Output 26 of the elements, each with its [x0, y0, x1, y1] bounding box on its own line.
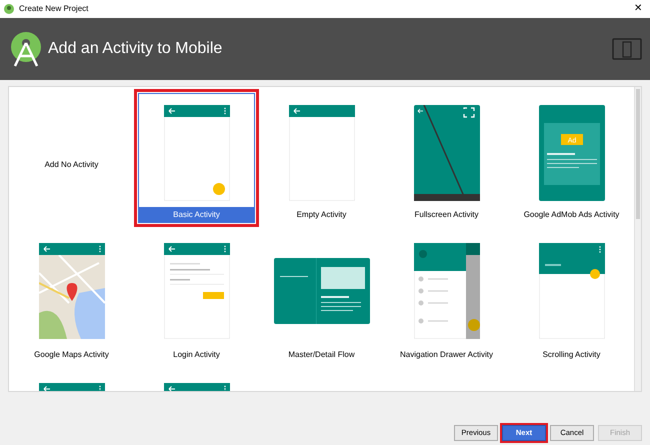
activity-label: Master/Detail Flow — [287, 349, 356, 361]
page-title: Add an Activity to Mobile — [48, 39, 222, 59]
activity-label: Login Activity — [172, 349, 221, 361]
activity-tile[interactable]: Basic Activity — [134, 89, 259, 227]
activity-tile[interactable]: Empty Activity — [259, 89, 384, 227]
activity-label: Fullscreen Activity — [413, 209, 480, 221]
close-button[interactable]: ✕ — [630, 4, 646, 14]
device-icon — [612, 38, 642, 60]
activity-tile[interactable]: Google Maps Activity — [9, 227, 134, 367]
activity-tile[interactable]: Login Activity — [134, 227, 259, 367]
activity-label: Google AdMob Ads Activity — [522, 209, 620, 221]
activity-label: Navigation Drawer Activity — [399, 349, 494, 361]
activity-tile[interactable]: Fullscreen Activity — [384, 89, 509, 227]
activity-label: Basic Activity — [139, 207, 254, 222]
activity-tile[interactable]: Scrolling Activity — [509, 227, 634, 367]
activity-tile[interactable]: Master/Detail Flow — [259, 227, 384, 367]
activity-label: Add No Activity — [44, 159, 100, 171]
activity-label: Scrolling Activity — [542, 349, 602, 361]
scrollbar[interactable] — [634, 87, 641, 391]
app-logo-icon — [4, 4, 14, 14]
android-studio-logo-icon — [8, 31, 44, 67]
activity-label: Empty Activity — [296, 209, 348, 221]
activity-tile[interactable]: Add No Activity — [9, 89, 134, 227]
activity-tile[interactable]: Navigation Drawer Activity — [384, 227, 509, 367]
window-title: Create New Project — [19, 3, 88, 15]
activity-label: Google Maps Activity — [33, 349, 110, 361]
